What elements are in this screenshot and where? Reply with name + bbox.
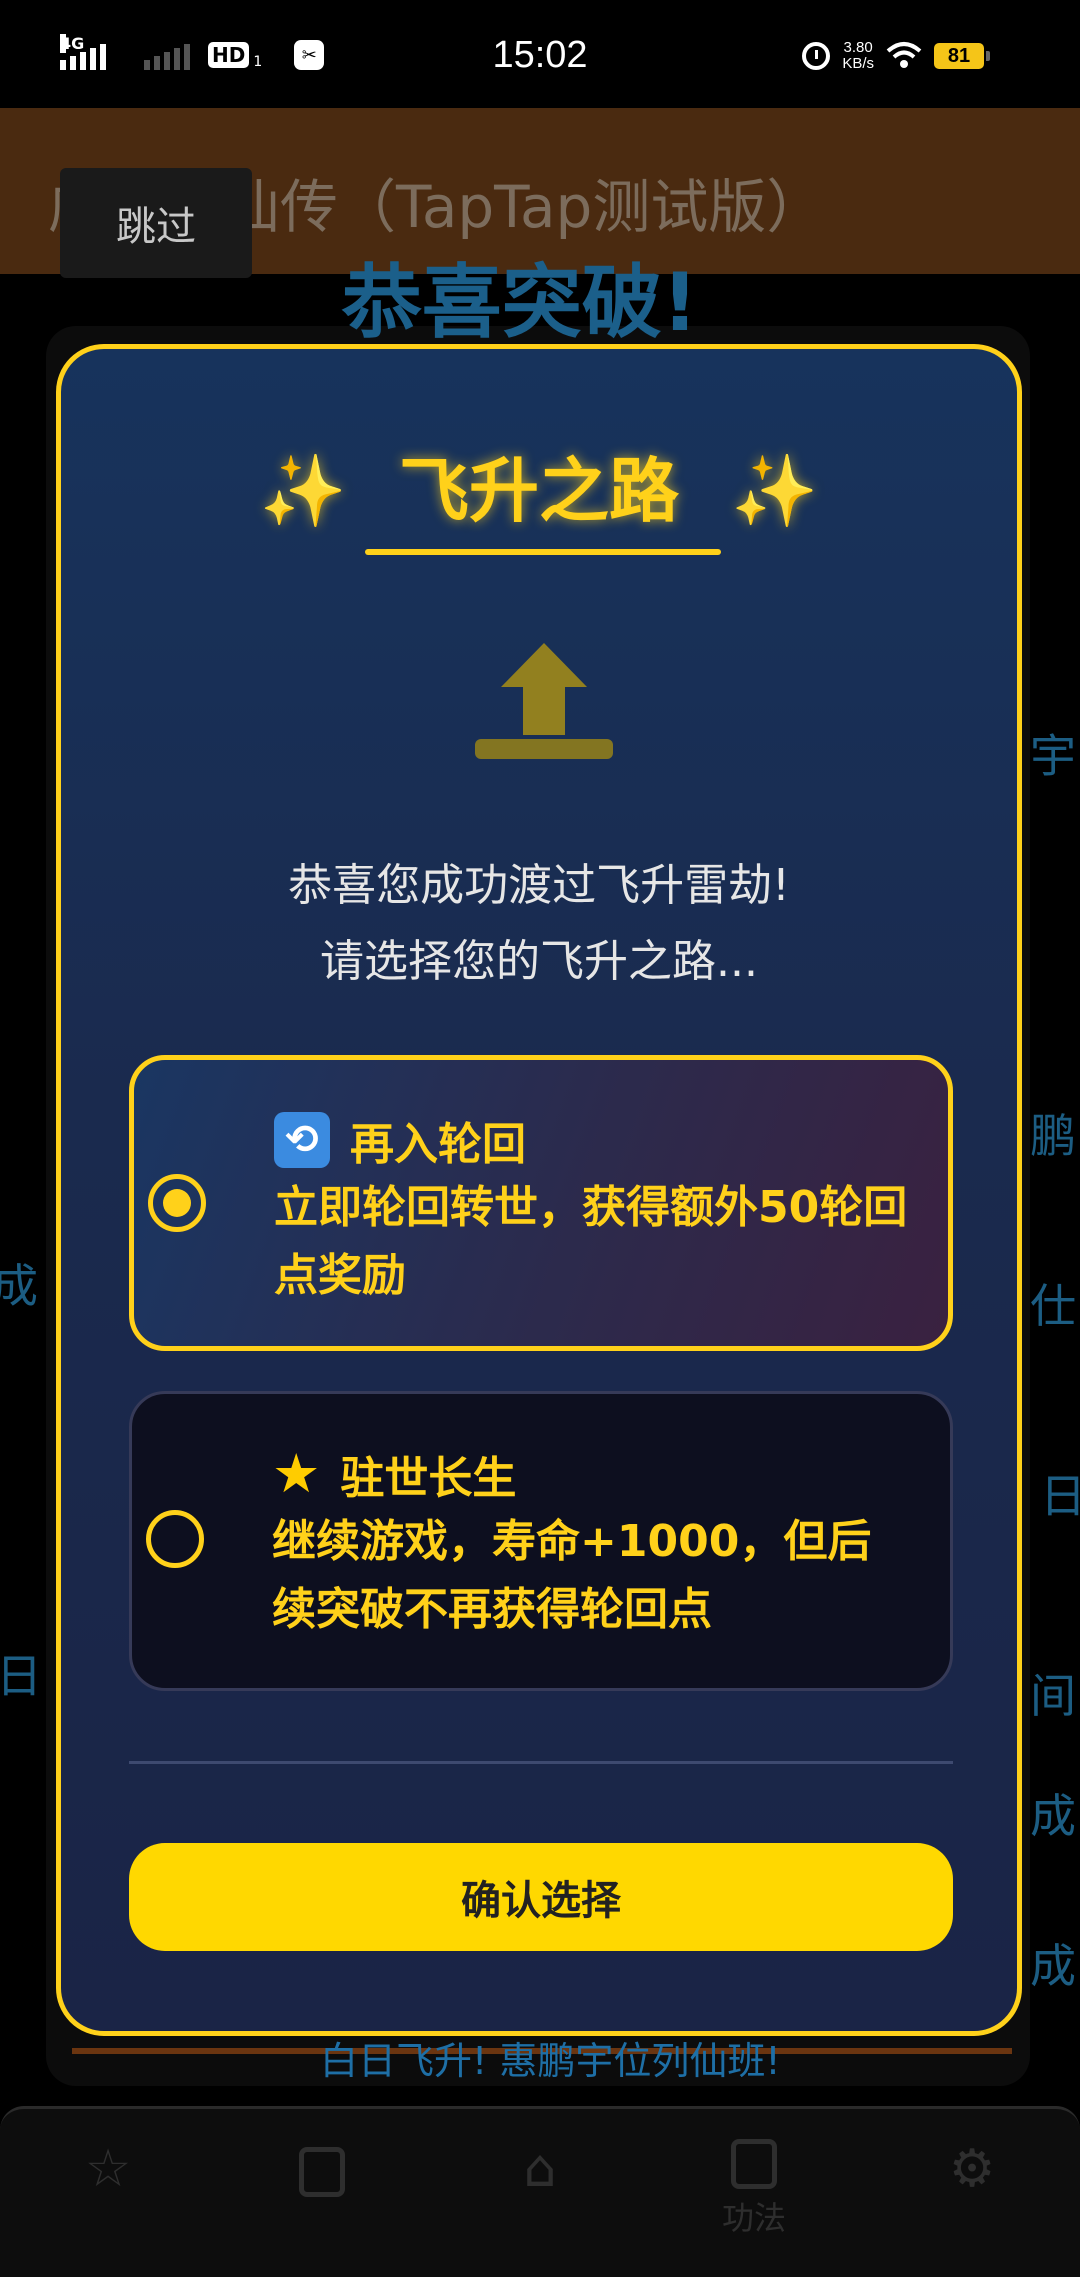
option-title-text: 再入轮回 — [350, 1119, 526, 1170]
ascension-dialog: ✨ 飞升之路 ✨ 恭喜您成功渡过飞升雷劫! 请选择您的飞升之路... ⟲ 再入轮… — [56, 344, 1022, 2036]
title-divider — [365, 549, 721, 555]
radio-unselected[interactable] — [146, 1510, 204, 1568]
sparkle-icon: ✨ — [731, 450, 819, 532]
bottom-navigation: ☆ ⌂ 功法 ⚙ — [0, 2106, 1080, 2277]
background-log-text: 宇 — [1030, 729, 1076, 783]
radio-selected[interactable] — [148, 1174, 206, 1232]
background-log-text: 成 — [1030, 1789, 1076, 1843]
star-outline-icon: ☆ — [84, 2139, 132, 2199]
background-log-text: 间 — [1030, 1669, 1076, 1723]
document-icon — [731, 2139, 777, 2189]
speed-value: 3.80 — [843, 39, 873, 56]
option-title: ⟲ 再入轮回 — [274, 1108, 526, 1172]
background-log-text: 日 — [1040, 1469, 1080, 1523]
dialog-title: ✨ 飞升之路 ✨ — [61, 435, 1017, 536]
cycle-icon: ⟲ — [274, 1112, 330, 1168]
battery-icon: 81 — [934, 43, 990, 69]
nav-skills[interactable]: 功法 — [694, 2139, 814, 2239]
option-description: 立即轮回转世，获得额外50轮回点奖励 — [274, 1182, 908, 1301]
background-log-text: 鹏 — [1030, 1109, 1076, 1163]
nav-bag[interactable] — [262, 2139, 382, 2197]
bag-icon — [299, 2147, 345, 2197]
skip-button[interactable]: 跳过 — [60, 168, 252, 278]
background-log-text: 日 — [0, 1649, 42, 1703]
option-description: 继续游戏，寿命+1000，但后续突破不再获得轮回点 — [272, 1516, 872, 1635]
network-speed: 3.80 KB/s — [842, 40, 874, 72]
background-log-text: 仕 — [1030, 1279, 1076, 1333]
status-bar: 4G HD 1 ✂ 15:02 3.80 KB/s 81 — [0, 0, 1080, 108]
dialog-message-line1: 恭喜您成功渡过飞升雷劫! — [288, 860, 790, 911]
home-icon: ⌂ — [523, 2139, 557, 2199]
star-icon: ★ — [272, 1442, 321, 1505]
background-announcement: 白日飞升! 惠鹏宇位列仙班! — [320, 2039, 781, 2083]
background-log-text: 成 — [1030, 1939, 1076, 1993]
status-right: 3.80 KB/s 81 — [802, 40, 990, 72]
nav-settings[interactable]: ⚙ — [912, 2139, 1032, 2199]
sparkle-icon: ✨ — [259, 450, 347, 532]
ascend-arrow-icon — [475, 643, 613, 759]
nav-skills-label: 功法 — [721, 2199, 786, 2237]
nav-favorites[interactable]: ☆ — [48, 2139, 168, 2199]
confirm-button[interactable]: 确认选择 — [129, 1843, 953, 1951]
option-immortal[interactable]: ★ 驻世长生 继续游戏，寿命+1000，但后续突破不再获得轮回点 — [129, 1391, 953, 1691]
gear-icon: ⚙ — [948, 2139, 996, 2199]
nav-home[interactable]: ⌂ — [480, 2139, 600, 2199]
dialog-title-text: 飞升之路 — [399, 450, 679, 532]
dialog-message-line2: 请选择您的飞升之路... — [320, 936, 758, 987]
alarm-icon — [802, 42, 831, 70]
option-title: ★ 驻世长生 — [272, 1442, 516, 1506]
speed-unit: KB/s — [842, 55, 874, 72]
option-title-text: 驻世长生 — [340, 1453, 517, 1504]
option-reincarnate[interactable]: ⟲ 再入轮回 立即轮回转世，获得额外50轮回点奖励 — [129, 1055, 953, 1351]
radio-dot — [163, 1189, 191, 1217]
wifi-icon — [886, 41, 922, 71]
dialog-separator — [129, 1761, 953, 1764]
background-log-text: 成 — [0, 1259, 38, 1313]
